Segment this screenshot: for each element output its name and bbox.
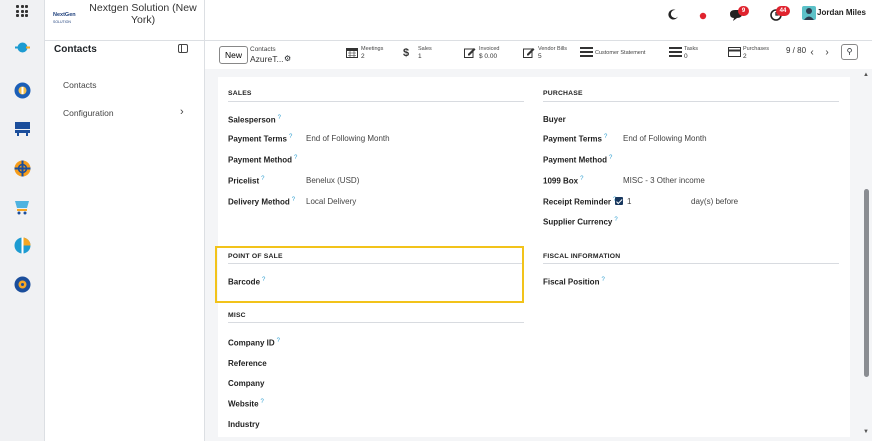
app-icon-inventory[interactable] <box>13 236 32 255</box>
app-icon-settings[interactable] <box>13 275 32 294</box>
section-title-sales: SALES <box>228 90 252 97</box>
divider <box>228 322 524 323</box>
supplier-currency-label: Supplier Currency? <box>543 217 618 227</box>
app-rail <box>0 0 45 441</box>
section-title-purchase: PURCHASE <box>543 90 583 97</box>
pencil-square-icon <box>464 47 476 61</box>
company-logo: NextGen SOLUTION <box>53 12 76 24</box>
company-name: Nextgen Solution (New York) <box>89 2 197 26</box>
stat-label: Purchases <box>743 46 769 52</box>
stat-label: Vendor Bills <box>538 46 568 52</box>
messages-badge: 9 <box>738 6 749 16</box>
delivery-method-field[interactable]: Local Delivery <box>306 197 356 206</box>
messages-icon[interactable]: 9 <box>729 6 749 24</box>
sidebar-title: Contacts <box>54 44 97 55</box>
app-icon-contacts[interactable] <box>13 38 32 57</box>
receipt-reminder-days-field[interactable]: 1 <box>627 197 631 206</box>
stat-value: $ 0.00 <box>479 53 498 60</box>
payment-terms-label: Payment Terms? <box>228 134 293 144</box>
credit-card-icon <box>728 47 741 60</box>
breadcrumb-parent[interactable]: Contacts <box>250 46 276 53</box>
receipt-reminder-checkbox[interactable] <box>615 197 623 205</box>
website-label: Website? <box>228 399 264 409</box>
moon-icon[interactable] <box>668 9 679 22</box>
highlight-frame <box>215 246 524 303</box>
status-dot-icon[interactable] <box>699 12 707 22</box>
purchase-payment-method-label: Payment Method? <box>543 155 613 165</box>
stat-label: Customer Statement <box>595 50 646 56</box>
app-icon-website[interactable] <box>13 159 32 178</box>
purchase-payment-terms-field[interactable]: End of Following Month <box>623 134 707 143</box>
breadcrumb-current: AzureT... <box>250 54 284 64</box>
activity-clock-icon[interactable]: 44 <box>770 6 790 23</box>
stat-label: Tasks <box>684 46 699 52</box>
stat-value: 1 <box>418 53 422 60</box>
new-button[interactable]: New <box>219 46 248 64</box>
sidebar: Contacts Contacts Configuration › <box>45 41 205 441</box>
list-icon <box>669 47 682 60</box>
scrollbar-thumb[interactable] <box>864 189 869 377</box>
pricelist-field[interactable]: Benelux (USD) <box>306 176 359 185</box>
delivery-method-label: Delivery Method? <box>228 197 296 207</box>
user-name[interactable]: Jordan Miles <box>817 8 866 17</box>
app-icon-crm[interactable] <box>13 81 32 100</box>
list-icon <box>580 47 593 60</box>
purchase-payment-terms-label: Payment Terms? <box>543 134 608 144</box>
chevron-right-icon[interactable]: › <box>818 45 836 62</box>
section-title-fiscal-information: FISCAL INFORMATION <box>543 253 621 260</box>
fiscal-position-label: Fiscal Position? <box>543 277 605 287</box>
company-label: Company <box>228 379 265 388</box>
divider <box>228 101 524 102</box>
scroll-up-arrow-icon[interactable]: ▲ <box>863 72 869 78</box>
app-icon-purchase[interactable] <box>13 197 32 216</box>
receipt-reminder-label: Receipt Reminder? <box>543 197 616 207</box>
chevron-right-icon[interactable]: › <box>180 106 184 118</box>
reference-label: Reference <box>228 359 267 368</box>
divider <box>543 263 839 264</box>
salesperson-label: Salesperson? <box>228 115 281 125</box>
industry-label: Industry <box>228 420 260 429</box>
stat-value: 5 <box>538 53 542 60</box>
stat-label: Sales <box>418 46 432 52</box>
company-id-label: Company ID? <box>228 338 281 348</box>
stat-value: 0 <box>684 53 688 60</box>
stat-label: Meetings <box>361 46 384 52</box>
box-1099-label: 1099 Box? <box>543 176 584 186</box>
pricelist-label: Pricelist? <box>228 176 265 186</box>
payment-method-label: Payment Method? <box>228 155 298 165</box>
activity-badge: 44 <box>776 6 790 16</box>
sidebar-toggle-icon[interactable] <box>178 44 188 53</box>
avatar[interactable] <box>802 6 816 22</box>
stat-value: 2 <box>361 53 365 60</box>
pencil-square-icon <box>523 47 535 61</box>
app-icon-point-of-sale[interactable] <box>13 119 32 138</box>
dollar-icon: $ <box>403 47 410 59</box>
calendar-icon <box>346 47 358 61</box>
stat-label: Invoiced <box>479 46 500 52</box>
receipt-reminder-suffix: day(s) before <box>691 197 739 206</box>
scroll-down-arrow-icon[interactable]: ▼ <box>863 429 869 435</box>
gear-icon[interactable]: ⚙ <box>284 54 291 63</box>
payment-terms-field[interactable]: End of Following Month <box>306 134 390 143</box>
buyer-label: Buyer <box>543 115 566 124</box>
sidebar-item-configuration[interactable]: Configuration <box>63 108 114 118</box>
divider <box>543 101 839 102</box>
apps-grid-icon[interactable] <box>16 5 28 17</box>
search-icon[interactable]: ⚲ <box>841 44 858 60</box>
box-1099-field[interactable]: MISC - 3 Other income <box>623 176 705 185</box>
section-title-misc: MISC <box>228 312 246 319</box>
control-panel: New Contacts AzureT... ⚙ Meetings 2 $ Sa… <box>205 41 872 69</box>
company-switcher[interactable]: NextGen SOLUTION Nextgen Solution (New Y… <box>45 0 205 41</box>
stat-value: 2 <box>743 53 747 60</box>
scrollbar[interactable]: ▲ ▼ <box>861 69 872 441</box>
top-bar: NextGen SOLUTION Nextgen Solution (New Y… <box>45 0 872 41</box>
sidebar-item-contacts[interactable]: Contacts <box>63 80 97 90</box>
